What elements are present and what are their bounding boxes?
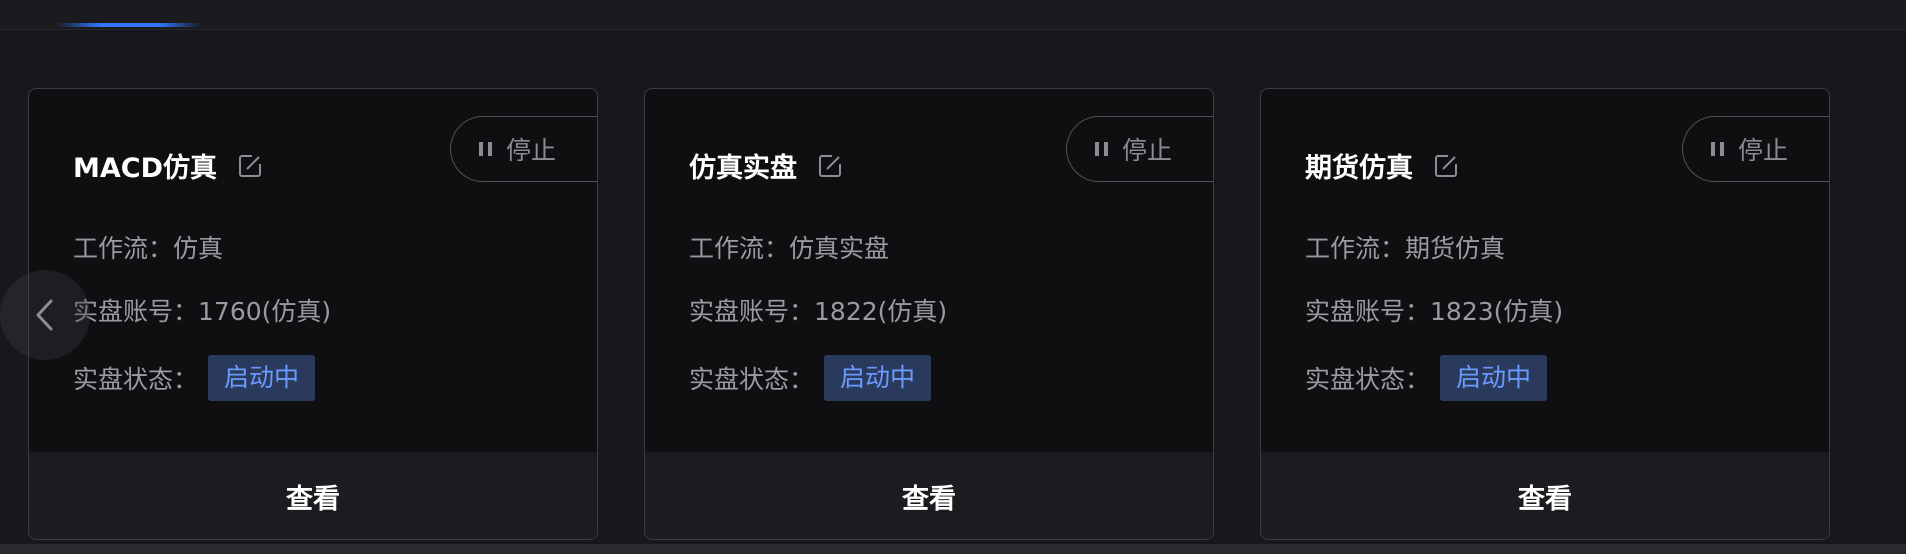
stop-label: 停止 (506, 136, 557, 165)
stop-label: 停止 (1738, 136, 1789, 165)
view-label: 查看 (1518, 484, 1572, 515)
status-badge: 启动中 (208, 355, 316, 401)
card-title: MACD仿真 (73, 146, 263, 185)
account-value: 1760(仿真) (198, 297, 332, 326)
account-label: 实盘账号： (73, 297, 199, 326)
status-badge: 启动中 (824, 355, 932, 401)
edit-icon[interactable] (817, 153, 843, 179)
strategy-card: 期货仿真 停止 工作流： 期货仿真 实盘账号： 1823(仿真) 实盘状态： 启… (1260, 88, 1830, 540)
view-button[interactable]: 查看 (645, 452, 1213, 539)
carousel-prev-button[interactable] (0, 270, 90, 360)
view-button[interactable]: 查看 (1261, 452, 1829, 539)
active-tab-indicator (56, 23, 202, 27)
workflow-row: 工作流： 仿真实盘 (689, 229, 889, 265)
strategy-name: 仿真实盘 (689, 153, 797, 184)
stop-button[interactable]: 停止 (1066, 116, 1213, 182)
status-label: 实盘状态： (73, 365, 199, 394)
pause-icon (1711, 142, 1724, 156)
card-title: 期货仿真 (1305, 146, 1459, 185)
card-carousel: MACD仿真 停止 工作流： 仿真 实盘账号： 1760(仿真) 实盘状态： 启… (0, 30, 1906, 544)
workflow-row: 工作流： 期货仿真 (1305, 229, 1505, 265)
stop-button[interactable]: 停止 (450, 116, 597, 182)
account-row: 实盘账号： 1760(仿真) (73, 292, 331, 328)
pause-icon (1095, 142, 1108, 156)
workflow-label: 工作流： (689, 234, 790, 263)
status-row: 实盘状态： 启动中 (1305, 355, 1548, 401)
top-tab-bar (0, 0, 1906, 30)
stop-button[interactable]: 停止 (1682, 116, 1829, 182)
account-row: 实盘账号： 1822(仿真) (689, 292, 947, 328)
strategy-card: 仿真实盘 停止 工作流： 仿真实盘 实盘账号： 1822(仿真) 实盘状态： 启… (644, 88, 1214, 540)
chevron-left-icon (36, 299, 53, 331)
pause-icon (479, 142, 492, 156)
workflow-label: 工作流： (1305, 234, 1406, 263)
card-body: 仿真实盘 停止 工作流： 仿真实盘 实盘账号： 1822(仿真) 实盘状态： 启… (645, 89, 1213, 452)
strategy-name: 期货仿真 (1305, 153, 1413, 184)
account-row: 实盘账号： 1823(仿真) (1305, 292, 1563, 328)
workflow-value: 仿真 (173, 234, 224, 263)
status-label: 实盘状态： (1305, 365, 1431, 394)
status-badge: 启动中 (1440, 355, 1548, 401)
edit-icon[interactable] (237, 153, 263, 179)
edit-icon[interactable] (1433, 153, 1459, 179)
view-label: 查看 (286, 484, 340, 515)
status-label: 实盘状态： (689, 365, 815, 394)
workflow-value: 期货仿真 (1405, 234, 1506, 263)
view-label: 查看 (902, 484, 956, 515)
card-body: 期货仿真 停止 工作流： 期货仿真 实盘账号： 1823(仿真) 实盘状态： 启… (1261, 89, 1829, 452)
account-label: 实盘账号： (689, 297, 815, 326)
strategy-card: MACD仿真 停止 工作流： 仿真 实盘账号： 1760(仿真) 实盘状态： 启… (28, 88, 598, 540)
workflow-row: 工作流： 仿真 (73, 229, 223, 265)
card-title: 仿真实盘 (689, 146, 843, 185)
strategy-name: MACD仿真 (73, 153, 217, 184)
workflow-label: 工作流： (73, 234, 174, 263)
view-button[interactable]: 查看 (29, 452, 597, 539)
status-row: 实盘状态： 启动中 (73, 355, 316, 401)
account-value: 1822(仿真) (814, 297, 948, 326)
account-label: 实盘账号： (1305, 297, 1431, 326)
bottom-scrollbar[interactable] (0, 544, 1906, 554)
workflow-value: 仿真实盘 (789, 234, 890, 263)
card-body: MACD仿真 停止 工作流： 仿真 实盘账号： 1760(仿真) 实盘状态： 启… (29, 89, 597, 452)
status-row: 实盘状态： 启动中 (689, 355, 932, 401)
stop-label: 停止 (1122, 136, 1173, 165)
account-value: 1823(仿真) (1430, 297, 1564, 326)
